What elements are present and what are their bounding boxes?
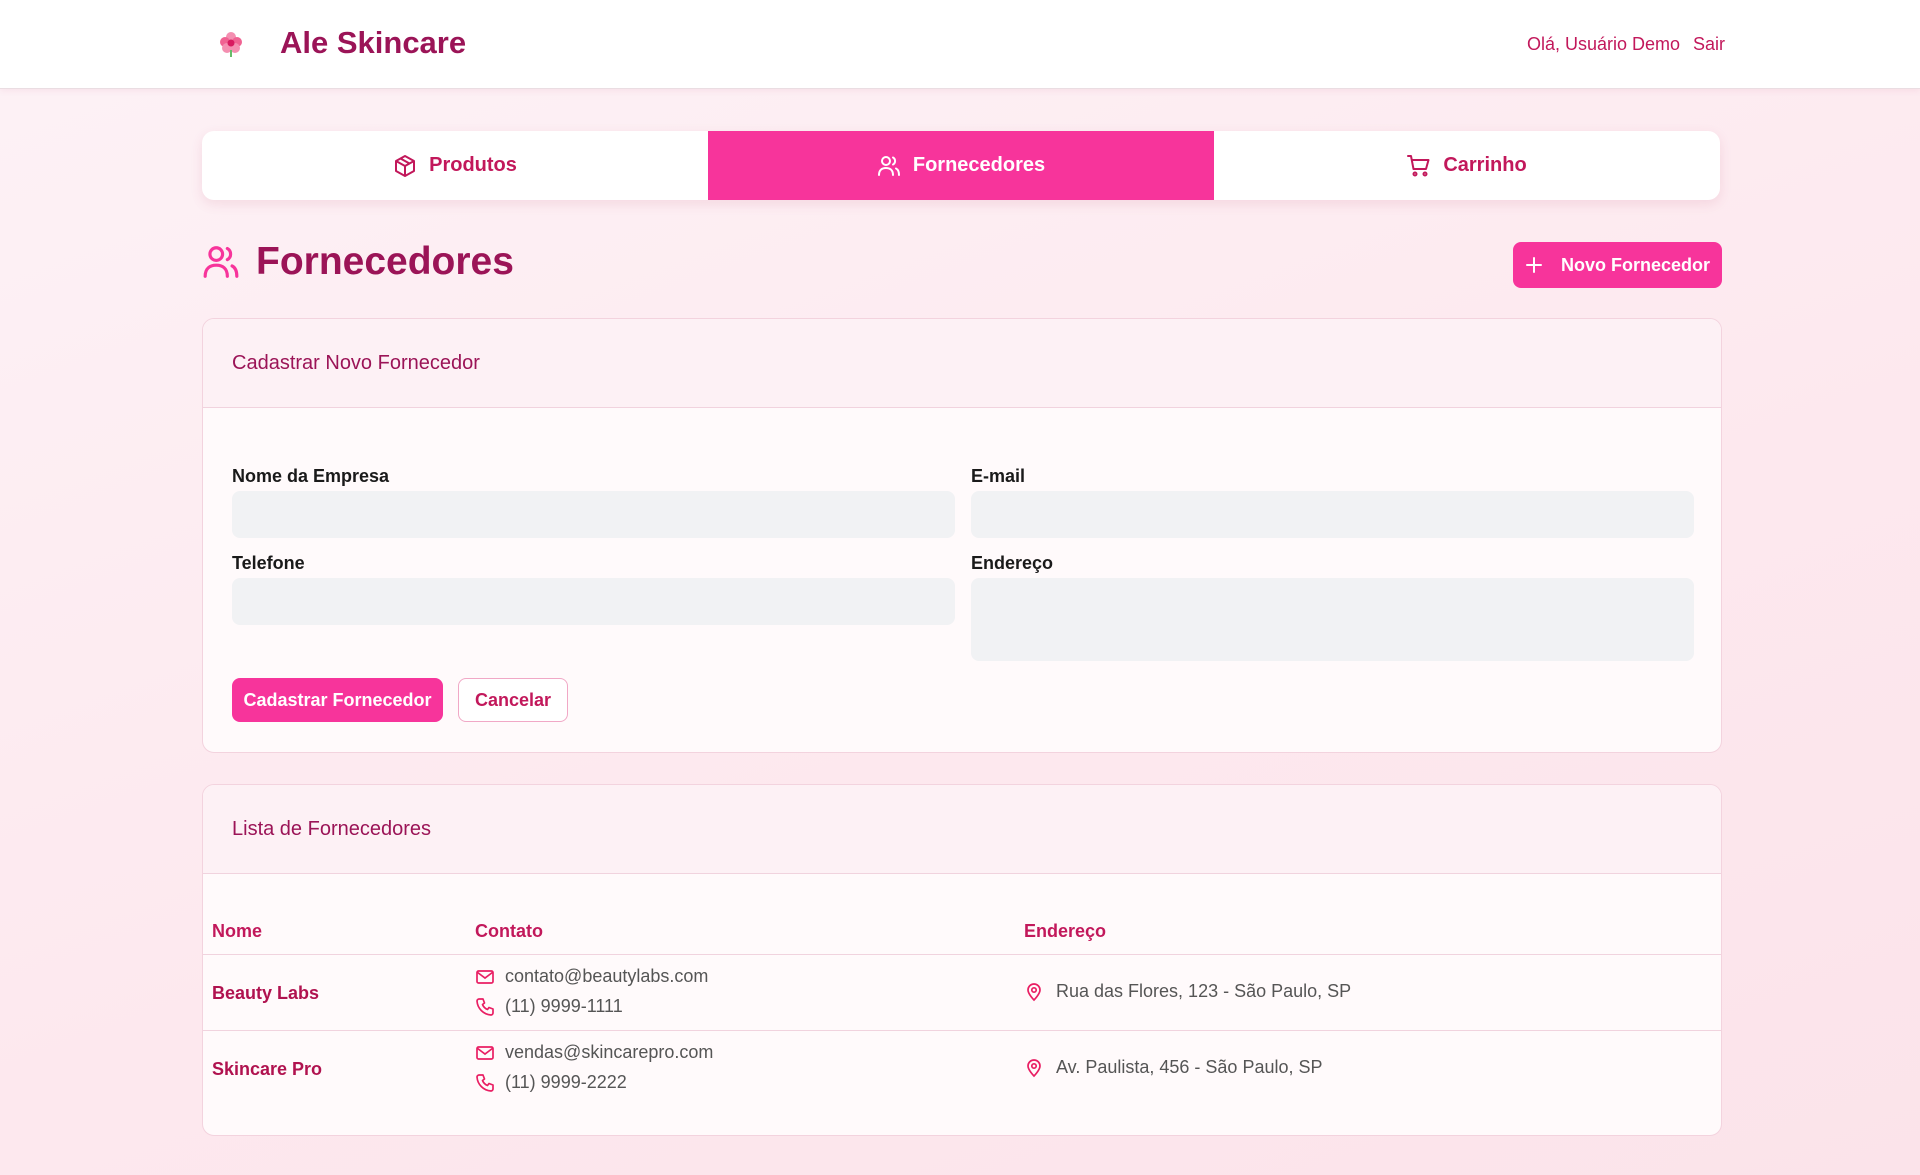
supplier-email-text: contato@beautylabs.com bbox=[505, 966, 709, 986]
supplier-address-text: Av. Paulista, 456 - São Paulo, SP bbox=[1056, 1057, 1323, 1077]
supplier-phone-text: (11) 9999-1111 bbox=[505, 996, 623, 1016]
new-supplier-button[interactable]: Novo Fornecedor bbox=[1513, 242, 1722, 288]
flower-icon bbox=[220, 32, 242, 57]
address-textarea[interactable] bbox=[971, 578, 1694, 661]
supplier-phone: (11) 9999-2222 bbox=[475, 1072, 627, 1093]
email-label: E-mail bbox=[971, 466, 1026, 486]
address-label: Endereço bbox=[971, 553, 1054, 573]
supplier-name: Beauty Labs bbox=[212, 983, 320, 1003]
new-supplier-label: Novo Fornecedor bbox=[1560, 254, 1711, 275]
plus-icon bbox=[1525, 257, 1542, 273]
package-icon bbox=[395, 154, 416, 177]
divider bbox=[203, 1030, 1721, 1031]
form-card-title: Cadastrar Novo Fornecedor bbox=[203, 319, 1721, 408]
mail-icon bbox=[476, 969, 494, 984]
tab-produtos-label: Produtos bbox=[429, 154, 517, 176]
email-input[interactable] bbox=[971, 491, 1694, 538]
phone-label: Telefone bbox=[232, 553, 305, 573]
supplier-name: Skincare Pro bbox=[212, 1059, 323, 1079]
phone-input[interactable] bbox=[232, 578, 955, 625]
top-header: Ale Skincare Olá, Usuário Demo Sair bbox=[0, 0, 1920, 89]
supplier-email-text: vendas@skincarepro.com bbox=[505, 1042, 714, 1062]
brand-title: Ale Skincare bbox=[280, 25, 467, 60]
column-header-name: Nome bbox=[212, 921, 263, 941]
page-title: Fornecedores bbox=[256, 240, 514, 283]
tab-fornecedores[interactable]: Fornecedores bbox=[708, 131, 1214, 200]
supplier-address: Rua das Flores, 123 - São Paulo, SP bbox=[1024, 981, 1351, 1002]
divider bbox=[203, 954, 1721, 955]
cart-icon bbox=[1407, 154, 1430, 176]
tab-produtos[interactable]: Produtos bbox=[202, 131, 708, 200]
page-heading: Fornecedores bbox=[202, 240, 514, 284]
submit-supplier-button[interactable]: Cadastrar Fornecedor bbox=[232, 678, 443, 722]
supplier-address-text: Rua das Flores, 123 - São Paulo, SP bbox=[1056, 981, 1352, 1001]
tab-carrinho-label: Carrinho bbox=[1443, 154, 1527, 176]
column-header-contact: Contato bbox=[475, 921, 543, 941]
cancel-button[interactable]: Cancelar bbox=[458, 678, 568, 722]
supplier-phone: (11) 9999-1111 bbox=[475, 996, 623, 1017]
supplier-form-card: Cadastrar Novo Fornecedor Nome da Empres… bbox=[202, 318, 1722, 753]
supplier-phone-text: (11) 9999-2222 bbox=[505, 1072, 627, 1092]
supplier-list-card: Lista de Fornecedores Nome Contato Ender… bbox=[202, 784, 1722, 1136]
phone-icon bbox=[476, 1073, 494, 1092]
tab-carrinho[interactable]: Carrinho bbox=[1214, 131, 1720, 200]
main-tabs: Produtos Fornecedores Carrinho bbox=[202, 131, 1720, 200]
list-card-title: Lista de Fornecedores bbox=[203, 785, 1721, 874]
map-pin-icon bbox=[1027, 1058, 1041, 1077]
users-icon bbox=[877, 155, 900, 176]
logout-link[interactable]: Sair bbox=[1693, 34, 1725, 55]
tab-fornecedores-label: Fornecedores bbox=[912, 154, 1046, 176]
users-icon bbox=[203, 246, 239, 278]
supplier-email: contato@beautylabs.com bbox=[475, 966, 708, 987]
column-header-address: Endereço bbox=[1024, 921, 1107, 941]
map-pin-icon bbox=[1027, 982, 1041, 1001]
supplier-address: Av. Paulista, 456 - São Paulo, SP bbox=[1024, 1057, 1323, 1078]
supplier-email: vendas@skincarepro.com bbox=[475, 1042, 713, 1063]
company-name-input[interactable] bbox=[232, 491, 955, 538]
mail-icon bbox=[476, 1045, 494, 1060]
user-greeting: Olá, Usuário Demo bbox=[1527, 34, 1681, 54]
company-name-label: Nome da Empresa bbox=[232, 466, 390, 486]
phone-icon bbox=[476, 997, 494, 1016]
